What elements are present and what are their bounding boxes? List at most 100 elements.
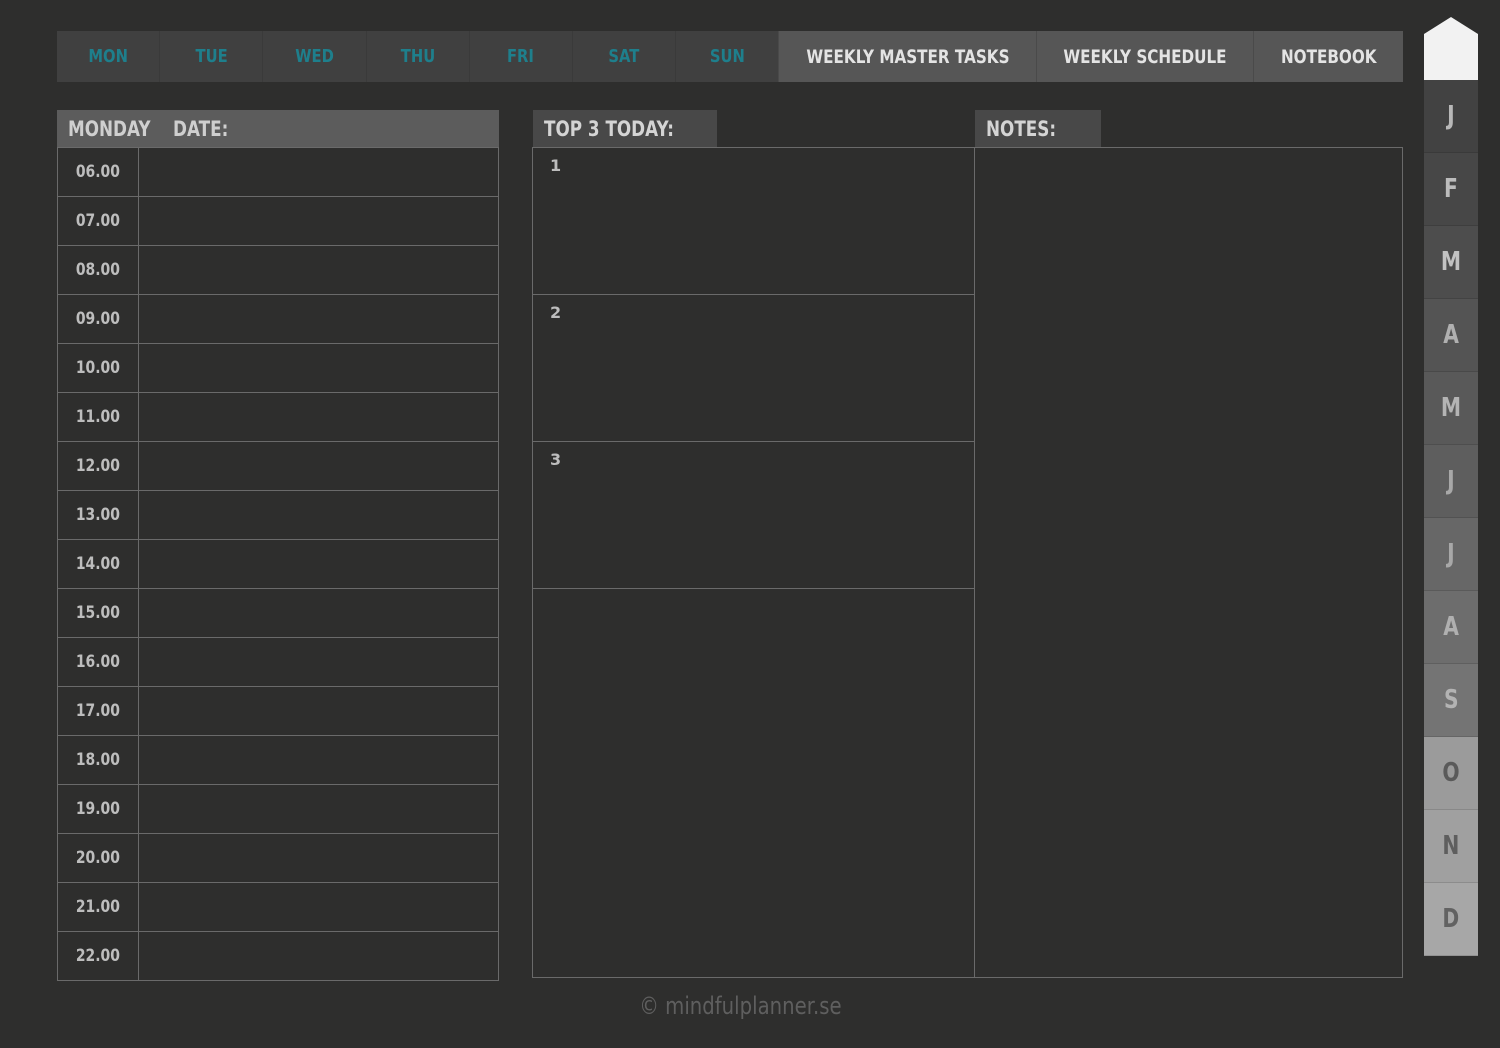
schedule-slot[interactable] bbox=[139, 393, 498, 441]
schedule-time: 22.00 bbox=[58, 932, 139, 980]
schedule-row: 12.00 bbox=[58, 441, 498, 490]
tab-sun[interactable]: SUN bbox=[676, 31, 778, 82]
schedule-time-label: 12.00 bbox=[75, 456, 121, 476]
month-tab[interactable]: M bbox=[1424, 372, 1478, 445]
schedule-slot[interactable] bbox=[139, 638, 498, 686]
schedule-time: 12.00 bbox=[58, 442, 139, 490]
tab-notebook[interactable]: NOTEBOOK bbox=[1253, 31, 1404, 82]
schedule-slot[interactable] bbox=[139, 883, 498, 931]
schedule-row: 14.00 bbox=[58, 539, 498, 588]
month-tab-label: S bbox=[1443, 685, 1459, 715]
top3-box: 1 2 3 bbox=[532, 147, 975, 978]
tab-wed[interactable]: WED bbox=[263, 31, 367, 82]
month-tab[interactable]: M bbox=[1424, 226, 1478, 299]
schedule-slot[interactable] bbox=[139, 736, 498, 784]
month-tab[interactable]: A bbox=[1424, 299, 1478, 372]
footer-text: © mindfulplanner.se bbox=[638, 992, 842, 1020]
tab-thu[interactable]: THU bbox=[367, 31, 470, 82]
schedule-row: 16.00 bbox=[58, 637, 498, 686]
schedule-slot[interactable] bbox=[139, 197, 498, 245]
month-tab[interactable]: J bbox=[1424, 518, 1478, 591]
month-tab-label: O bbox=[1442, 758, 1460, 788]
month-tab[interactable]: F bbox=[1424, 153, 1478, 226]
tab-weekly-master-tasks[interactable]: WEEKLY MASTER TASKS bbox=[778, 31, 1037, 82]
schedule-slot[interactable] bbox=[139, 295, 498, 343]
schedule-slot[interactable] bbox=[139, 932, 498, 980]
home-icon bbox=[1424, 17, 1478, 80]
tab-thu-label: THU bbox=[400, 46, 435, 67]
month-tab-label: J bbox=[1447, 466, 1455, 496]
schedule-time-label: 22.00 bbox=[75, 946, 121, 966]
month-tab-label: J bbox=[1447, 101, 1455, 131]
tab-sun-label: SUN bbox=[709, 46, 745, 67]
tab-sat-label: SAT bbox=[608, 46, 640, 67]
schedule-slot[interactable] bbox=[139, 540, 498, 588]
month-tab[interactable]: A bbox=[1424, 591, 1478, 664]
schedule-time: 10.00 bbox=[58, 344, 139, 392]
month-tab[interactable]: N bbox=[1424, 810, 1478, 883]
month-tab[interactable]: J bbox=[1424, 445, 1478, 518]
schedule-time: 08.00 bbox=[58, 246, 139, 294]
schedule-row: 09.00 bbox=[58, 294, 498, 343]
top3-item-2[interactable]: 2 bbox=[533, 295, 974, 442]
schedule-time: 18.00 bbox=[58, 736, 139, 784]
top3-item-3[interactable]: 3 bbox=[533, 442, 974, 589]
schedule-row: 10.00 bbox=[58, 343, 498, 392]
month-tabs: J F M A M J J A S O N D bbox=[1424, 80, 1478, 956]
schedule-time: 20.00 bbox=[58, 834, 139, 882]
month-tab-label: A bbox=[1443, 320, 1459, 350]
schedule-row: 06.00 bbox=[58, 147, 498, 196]
schedule-time: 06.00 bbox=[58, 148, 139, 196]
schedule-row: 20.00 bbox=[58, 833, 498, 882]
schedule-slot[interactable] bbox=[139, 148, 498, 196]
tab-sat[interactable]: SAT bbox=[573, 31, 677, 82]
month-tab[interactable]: D bbox=[1424, 883, 1478, 956]
schedule-slot[interactable] bbox=[139, 589, 498, 637]
schedule-time: 11.00 bbox=[58, 393, 139, 441]
schedule-time-label: 17.00 bbox=[75, 701, 121, 721]
schedule-time-label: 11.00 bbox=[75, 407, 121, 427]
schedule-row: 11.00 bbox=[58, 392, 498, 441]
schedule-slot[interactable] bbox=[139, 442, 498, 490]
schedule-time-label: 21.00 bbox=[75, 897, 121, 917]
tab-mon[interactable]: MON bbox=[57, 31, 161, 82]
top3-number: 3 bbox=[550, 450, 562, 469]
schedule-slot[interactable] bbox=[139, 491, 498, 539]
schedule-time-label: 19.00 bbox=[75, 799, 121, 819]
footer-credit: © mindfulplanner.se bbox=[0, 992, 1480, 1020]
schedule-time: 15.00 bbox=[58, 589, 139, 637]
schedule-time: 19.00 bbox=[58, 785, 139, 833]
month-tab-label: F bbox=[1444, 174, 1458, 204]
schedule-table: 06.00 07.00 08.00 09.00 10.00 11.00 12.00 13.00… bbox=[57, 147, 499, 981]
month-tab[interactable]: S bbox=[1424, 664, 1478, 737]
schedule-time-label: 09.00 bbox=[75, 309, 121, 329]
tab-wed-label: WED bbox=[295, 46, 334, 67]
home-tab[interactable] bbox=[1424, 17, 1478, 80]
tab-tue[interactable]: TUE bbox=[160, 31, 264, 82]
schedule-header: MONDAY DATE: bbox=[57, 110, 499, 147]
top3-item-1[interactable]: 1 bbox=[533, 148, 974, 295]
schedule-row: 08.00 bbox=[58, 245, 498, 294]
tab-fri[interactable]: FRI bbox=[470, 31, 574, 82]
month-tab[interactable]: O bbox=[1424, 737, 1478, 810]
tab-fri-label: FRI bbox=[507, 46, 535, 67]
notes-area[interactable] bbox=[974, 147, 1403, 978]
tab-weekly-schedule-label: WEEKLY SCHEDULE bbox=[1063, 45, 1227, 68]
tab-weekly-schedule[interactable]: WEEKLY SCHEDULE bbox=[1036, 31, 1254, 82]
schedule-slot[interactable] bbox=[139, 687, 498, 735]
day-tabs: MON TUE WED THU FRI SAT SUN bbox=[57, 31, 779, 82]
schedule-slot[interactable] bbox=[139, 344, 498, 392]
month-tab[interactable]: J bbox=[1424, 80, 1478, 153]
month-tab-label: M bbox=[1440, 247, 1462, 277]
schedule-time-label: 07.00 bbox=[75, 211, 121, 231]
schedule-slot[interactable] bbox=[139, 834, 498, 882]
schedule-row: 07.00 bbox=[58, 196, 498, 245]
schedule-time: 09.00 bbox=[58, 295, 139, 343]
top3-header: TOP 3 TODAY: bbox=[533, 110, 717, 147]
schedule-slot[interactable] bbox=[139, 785, 498, 833]
schedule-row: 15.00 bbox=[58, 588, 498, 637]
schedule-row: 17.00 bbox=[58, 686, 498, 735]
schedule-time-label: 13.00 bbox=[75, 505, 121, 525]
schedule-slot[interactable] bbox=[139, 246, 498, 294]
schedule-row: 22.00 bbox=[58, 931, 498, 980]
